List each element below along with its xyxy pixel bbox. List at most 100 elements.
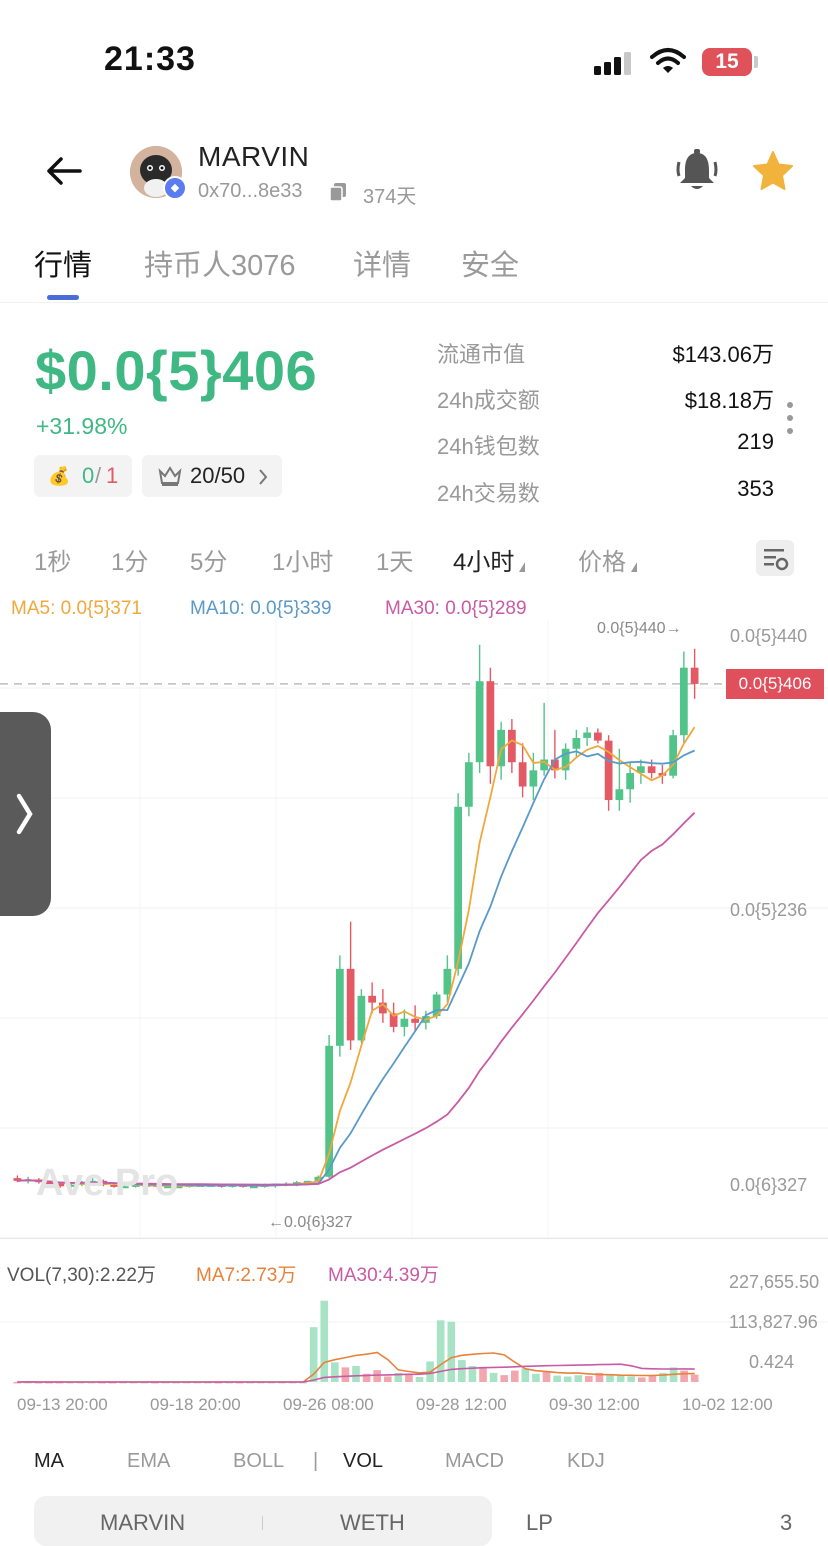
battery-indicator: 15 [702, 48, 752, 76]
vol-axis-high: 227,655.50 [729, 1272, 820, 1292]
volume-bar [553, 1375, 561, 1382]
volume-bar [331, 1362, 339, 1382]
ma5-legend: MA5: 0.0{5}371 [11, 598, 142, 619]
time-label: 10-02 12:00 [682, 1395, 773, 1414]
money-badge-value-b: 1 [106, 463, 119, 488]
indicator-boll[interactable]: BOLL [233, 1450, 284, 1473]
candle-body [325, 1045, 333, 1177]
top-badge-value: 20/50 [190, 463, 246, 488]
volume-bar [436, 1320, 445, 1382]
indicator-macd[interactable]: MACD [445, 1450, 504, 1473]
time-label: 09-13 20:00 [17, 1395, 108, 1414]
volume-bar [352, 1366, 360, 1382]
candle-body [529, 770, 538, 787]
chevron-right-icon [259, 469, 268, 485]
volume-chart[interactable] [0, 1270, 828, 1390]
volume-bar [532, 1373, 540, 1382]
lp-count: 3 [780, 1510, 793, 1535]
volume-bar [383, 1376, 392, 1382]
stat-value-volume: $18.18万 [684, 388, 774, 413]
chart-settings-button[interactable] [756, 540, 794, 576]
volume-bar [458, 1360, 466, 1382]
indicator-kdj[interactable]: KDJ [567, 1450, 605, 1473]
wifi-icon [650, 48, 686, 73]
candle-body [615, 789, 624, 801]
stat-value-trades: 353 [737, 476, 774, 501]
interval-4h-label: 4小时 [453, 549, 515, 576]
top-holders-badge[interactable]: 20/50 [142, 455, 282, 497]
volume-bar [574, 1375, 583, 1382]
volume-bar [690, 1374, 699, 1382]
indicator-ma[interactable]: MA [34, 1450, 64, 1473]
more-options-icon[interactable] [787, 402, 795, 441]
vol-axis-mid: 113,827.96 [729, 1312, 818, 1332]
pair-tab-quote[interactable]: WETH [340, 1510, 405, 1536]
side-panel-handle[interactable] [0, 712, 51, 916]
money-badge-value-a: 0 [82, 463, 95, 488]
candle-body [518, 762, 527, 787]
interval-4h[interactable]: 4小时 [453, 542, 526, 577]
price-axis-high: 0.0{5}440 [730, 626, 808, 646]
back-arrow-icon[interactable] [44, 154, 84, 188]
candle-body [411, 1018, 419, 1023]
current-price-tag: 0.0{5}406 [726, 669, 824, 699]
volume-bar [479, 1368, 487, 1382]
candle-body [647, 766, 656, 774]
candle-body [594, 732, 602, 741]
volume-bar [585, 1376, 593, 1382]
candle-body [368, 995, 376, 1003]
pair-tab-token[interactable]: MARVIN [100, 1510, 185, 1536]
volume-bar [341, 1367, 350, 1382]
time-label: 09-28 12:00 [416, 1395, 507, 1414]
status-time: 21:33 [104, 40, 196, 78]
money-badge[interactable]: 💰 0 / 1 [34, 455, 132, 497]
volume-bar [563, 1376, 572, 1382]
interval-1m[interactable]: 1分 [111, 542, 148, 577]
candlestick-chart[interactable] [0, 620, 828, 1240]
stat-label-trades: 24h交易数 [437, 481, 540, 506]
tab-holders[interactable]: 持币人3076 [144, 242, 296, 284]
token-address: 0x70...8e33 [198, 180, 303, 202]
star-icon[interactable] [752, 150, 794, 192]
lp-label: LP [526, 1510, 553, 1535]
tab-details[interactable]: 详情 [353, 242, 411, 284]
volume-bar [680, 1370, 688, 1382]
indicator-separator: | [313, 1450, 319, 1472]
price-axis-low: 0.0{6}327 [730, 1175, 808, 1195]
candle-body [508, 729, 516, 763]
chart-type-select[interactable]: 价格 [578, 542, 637, 577]
candle-body [465, 762, 473, 807]
time-label: 09-30 12:00 [549, 1395, 640, 1414]
price-axis-mid: 0.0{5}236 [730, 900, 808, 920]
bell-icon[interactable] [676, 148, 718, 192]
interval-1h[interactable]: 1小时 [272, 542, 333, 577]
vol-axis-low: 0.424 [749, 1352, 795, 1372]
chart-settings-icon [764, 549, 789, 571]
indicator-vol[interactable]: VOL [343, 1450, 383, 1473]
time-label: 09-26 08:00 [283, 1395, 374, 1414]
dropdown-caret-icon [519, 562, 526, 572]
volume-bar [542, 1371, 551, 1382]
candle-body [690, 667, 699, 684]
tab-market[interactable]: 行情 [34, 242, 92, 284]
indicator-ema[interactable]: EMA [127, 1450, 170, 1473]
interval-5m[interactable]: 5分 [190, 542, 227, 577]
candle-body [475, 681, 484, 763]
copy-icon[interactable] [329, 182, 347, 202]
volume-bar [627, 1376, 636, 1382]
volume-bar [500, 1375, 508, 1382]
current-price: $0.0{5}406 [35, 339, 318, 402]
money-bag-icon: 💰 [48, 466, 71, 486]
stat-value-market-cap: $143.06万 [672, 342, 774, 367]
interval-1s[interactable]: 1秒 [34, 542, 71, 577]
candle-body [400, 1018, 409, 1027]
active-tab-indicator [47, 295, 79, 300]
candle-body [572, 737, 581, 749]
top-crown-icon [158, 466, 182, 486]
candle-body [680, 667, 688, 736]
tab-security[interactable]: 安全 [461, 242, 519, 284]
ma5-line [17, 726, 696, 1187]
interval-1d[interactable]: 1天 [376, 542, 413, 577]
volume-bar [648, 1375, 657, 1382]
token-name: MARVIN [198, 141, 310, 172]
